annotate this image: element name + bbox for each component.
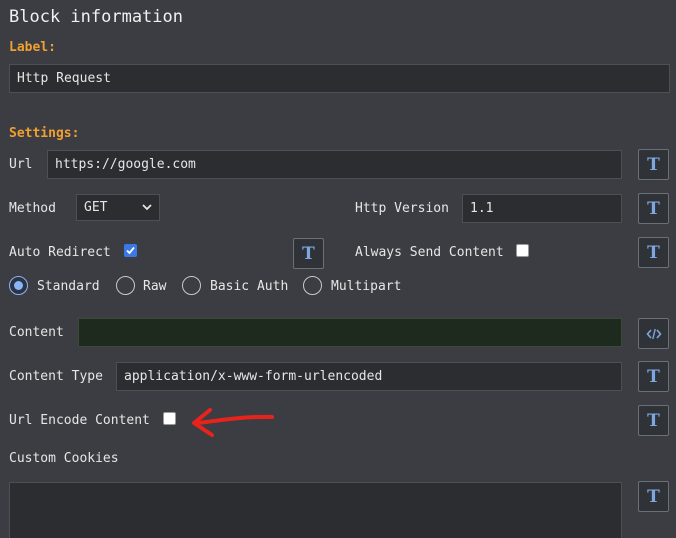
radio-multipart-label: Multipart — [331, 279, 402, 294]
http-version-template-button[interactable]: T — [638, 193, 669, 224]
custom-cookies-label: Custom Cookies — [9, 451, 119, 466]
chevron-down-icon — [142, 204, 152, 211]
method-select[interactable]: GET — [76, 194, 160, 221]
panel-title: Block information — [9, 7, 183, 27]
method-selected-value: GET — [84, 200, 108, 215]
label-input[interactable]: Http Request — [9, 64, 670, 93]
template-icon: T — [647, 198, 660, 219]
url-encode-content-checkbox[interactable] — [163, 412, 176, 425]
url-encode-content-template-button[interactable]: T — [638, 405, 669, 436]
auto-redirect-label: Auto Redirect — [9, 245, 111, 260]
content-label: Content — [9, 325, 64, 340]
always-send-content-template-button[interactable]: T — [638, 237, 669, 268]
label-section-heading: Label: — [9, 40, 56, 55]
content-type-input[interactable]: application/x-www-form-urlencoded — [116, 362, 622, 391]
template-icon: T — [647, 242, 660, 263]
http-version-input[interactable]: 1.1 — [462, 194, 622, 223]
code-icon — [645, 328, 662, 339]
auto-redirect-template-button[interactable]: T — [293, 238, 324, 269]
template-icon: T — [302, 243, 315, 264]
url-label: Url — [9, 157, 33, 172]
custom-cookies-template-button[interactable]: T — [638, 481, 669, 512]
always-send-content-checkbox[interactable] — [516, 244, 529, 257]
content-code-button[interactable] — [638, 318, 669, 349]
radio-basic-auth-label: Basic Auth — [210, 279, 289, 294]
auto-redirect-checkbox[interactable] — [124, 244, 137, 257]
template-icon: T — [647, 366, 660, 387]
template-icon: T — [647, 154, 660, 175]
checkmark-icon — [126, 246, 135, 255]
radio-basic-auth[interactable] — [182, 276, 201, 295]
always-send-content-label: Always Send Content — [355, 245, 504, 260]
settings-section-heading: Settings: — [9, 126, 80, 141]
http-version-label: Http Version — [355, 201, 449, 216]
template-icon: T — [647, 410, 660, 431]
url-input[interactable]: https://google.com — [47, 150, 622, 179]
radio-raw-label: Raw — [143, 279, 167, 294]
radio-standard[interactable] — [9, 276, 28, 295]
content-type-label: Content Type — [9, 369, 103, 384]
custom-cookies-textarea[interactable] — [9, 482, 622, 538]
method-label: Method — [9, 201, 56, 216]
content-editor[interactable] — [78, 318, 622, 347]
red-arrow-annotation — [192, 408, 274, 437]
url-encode-content-label: Url Encode Content — [9, 413, 150, 428]
radio-multipart[interactable] — [303, 276, 322, 295]
content-type-template-button[interactable]: T — [638, 361, 669, 392]
radio-standard-label: Standard — [37, 279, 100, 294]
template-icon: T — [647, 486, 660, 507]
radio-raw[interactable] — [116, 276, 135, 295]
url-template-button[interactable]: T — [638, 149, 669, 180]
